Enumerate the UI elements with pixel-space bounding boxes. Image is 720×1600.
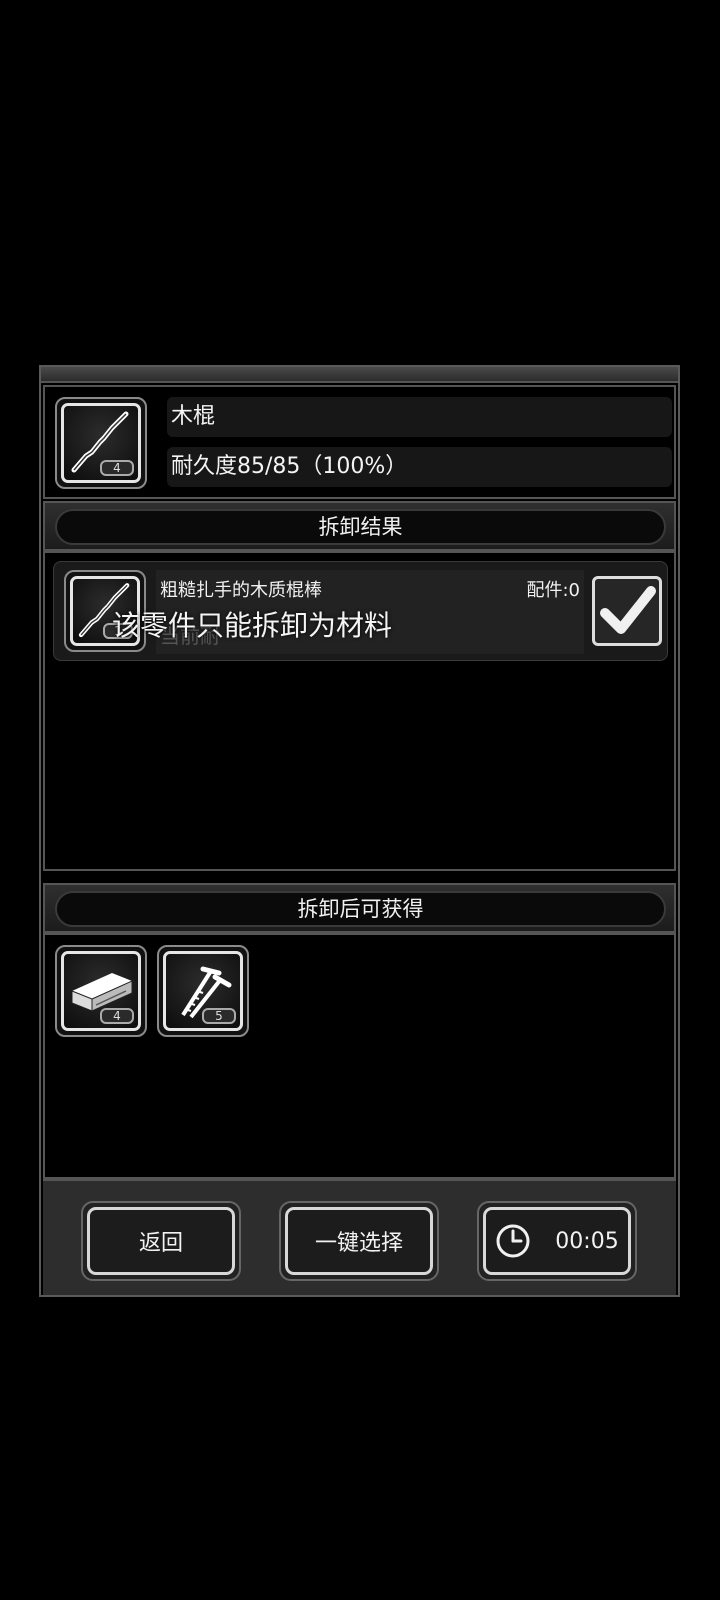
back-button-label: 返回: [138, 1231, 183, 1256]
checkmark-icon: [600, 586, 656, 634]
result-section-header: 拆卸结果: [43, 501, 676, 551]
obtain-section-title: 拆卸后可获得: [55, 891, 666, 927]
material-slot-plank[interactable]: 4: [55, 945, 147, 1037]
item-durability: 耐久度85/85（100%）: [167, 447, 672, 487]
clock-icon: [496, 1224, 530, 1258]
item-name: 木棍: [167, 397, 672, 437]
nails-count-badge: 5: [202, 1008, 236, 1024]
result-section-title: 拆卸结果: [55, 509, 666, 545]
result-checkbox[interactable]: [592, 576, 662, 646]
auto-select-button-label: 一键选择: [314, 1231, 403, 1256]
plank-count-badge: 4: [100, 1008, 134, 1024]
footer-bar: 返回 一键选择 00:05: [43, 1179, 676, 1295]
timer-button[interactable]: 00:05: [477, 1201, 637, 1281]
material-slot-nails[interactable]: 5: [157, 945, 249, 1037]
timer-value: 00:05: [555, 1228, 619, 1254]
materials-panel: 4 5: [43, 933, 676, 1179]
result-overlay-message: 该零件只能拆卸为材料: [112, 609, 393, 642]
item-count-badge: 4: [100, 460, 134, 476]
disassemble-dialog: 4 木棍 耐久度85/85（100%） 拆卸结果 1 粗糙扎手的木质棍棒 配件:…: [39, 365, 680, 1297]
auto-select-button[interactable]: 一键选择: [279, 1201, 439, 1281]
result-row[interactable]: 1 粗糙扎手的木质棍棒 配件:0 当前耐 该零件只能拆卸为材料: [53, 561, 668, 661]
back-button[interactable]: 返回: [81, 1201, 241, 1281]
dialog-title-bar: [41, 367, 678, 383]
item-header: 4 木棍 耐久度85/85（100%）: [43, 385, 676, 499]
result-panel: 1 粗糙扎手的木质棍棒 配件:0 当前耐 该零件只能拆卸为材料: [43, 551, 676, 871]
obtain-section-header: 拆卸后可获得: [43, 883, 676, 933]
result-part-name: 粗糙扎手的木质棍棒: [160, 580, 322, 601]
result-parts-count: 配件:0: [526, 580, 580, 601]
item-slot[interactable]: 4: [55, 397, 147, 489]
